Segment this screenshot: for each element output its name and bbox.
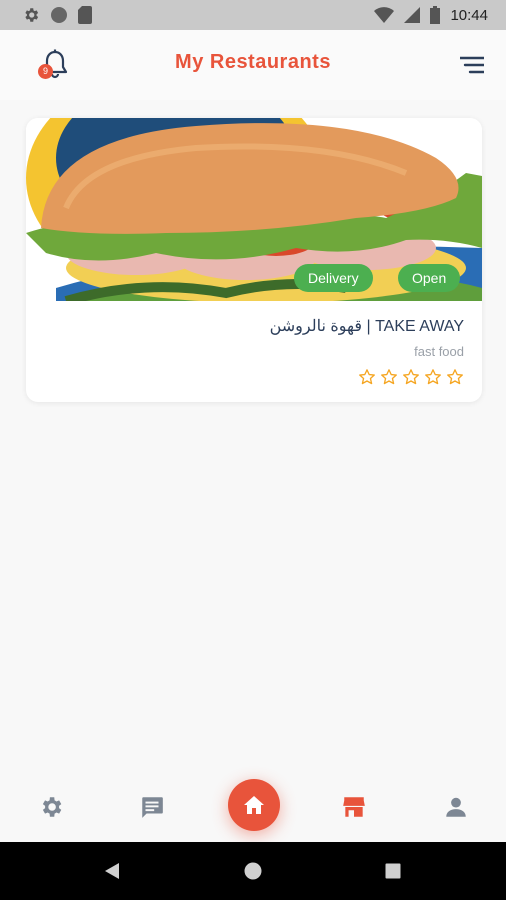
- star-icon: [381, 369, 397, 385]
- wifi-icon: [374, 7, 395, 23]
- circle-status-icon: [51, 7, 67, 23]
- open-status-tag: Open: [398, 264, 461, 292]
- delivery-tag: Delivery: [294, 264, 373, 292]
- status-bar: 10:44: [0, 0, 506, 30]
- restaurant-cuisine: fast food: [414, 344, 464, 359]
- restaurant-name: قهوة نالروشن | TAKE AWAY: [269, 318, 464, 335]
- home-icon: [244, 796, 264, 814]
- settings-status-icon: [25, 8, 39, 22]
- bottom-navigation: [0, 770, 506, 842]
- recents-icon[interactable]: [385, 863, 401, 879]
- rating-stars: [358, 368, 464, 386]
- app-bar: 9 My Restaurants: [0, 30, 506, 100]
- settings-icon[interactable]: [38, 794, 64, 820]
- restaurant-card[interactable]: Delivery Open قهوة نالروشن | TAKE AWAY f…: [26, 118, 482, 402]
- status-time: 10:44: [450, 6, 488, 24]
- home-nav-icon[interactable]: [244, 862, 262, 880]
- page-title: My Restaurants: [175, 51, 331, 73]
- profile-icon[interactable]: [443, 794, 469, 820]
- home-button[interactable]: [228, 779, 280, 831]
- system-navigation-bar: [0, 842, 506, 900]
- store-icon[interactable]: [341, 794, 367, 820]
- signal-icon: [404, 7, 421, 23]
- battery-icon: [430, 6, 441, 24]
- chat-icon[interactable]: [139, 794, 165, 820]
- star-icon: [359, 369, 375, 385]
- filter-menu-icon[interactable]: [460, 55, 484, 75]
- star-icon: [447, 369, 463, 385]
- sim-card-icon: [78, 6, 92, 24]
- back-icon[interactable]: [103, 862, 121, 880]
- star-icon: [425, 369, 441, 385]
- star-icon: [403, 369, 419, 385]
